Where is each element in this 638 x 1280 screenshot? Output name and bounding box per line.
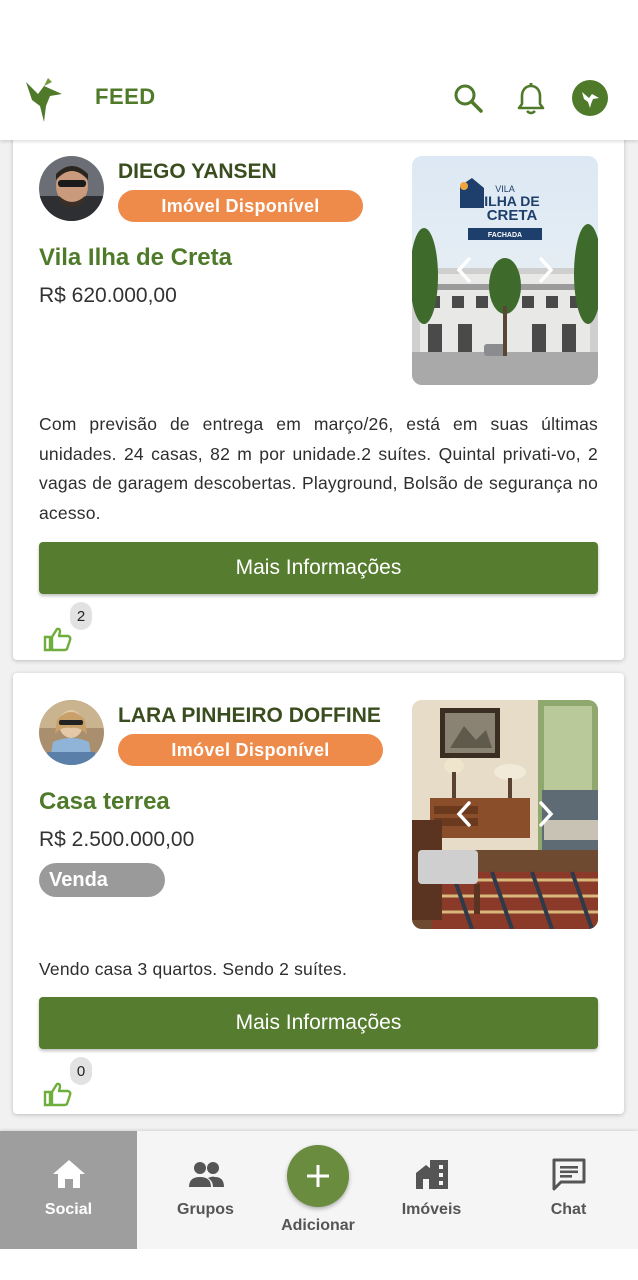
photo-caption-large-2: CRETA: [487, 207, 538, 224]
more-info-button[interactable]: Mais Informações: [39, 997, 598, 1049]
post-description: Com previsão de entrega em março/26, est…: [39, 414, 598, 523]
chevron-left-icon[interactable]: [454, 800, 474, 828]
chevron-left-icon[interactable]: [454, 256, 474, 284]
more-info-button[interactable]: Mais Informações: [39, 542, 598, 594]
system-nav-area: [0, 1249, 638, 1280]
property-photo-carousel[interactable]: [412, 700, 598, 929]
profile-avatar-icon[interactable]: [572, 80, 608, 116]
chat-icon: [552, 1158, 585, 1191]
buildings-icon: [415, 1160, 448, 1189]
feed-screen: FEED DIEGO YANSEN Imóvel Disponível Vila…: [0, 0, 638, 1280]
status-bar: [0, 0, 638, 60]
page-title: FEED: [95, 84, 156, 109]
group-icon: [188, 1162, 224, 1187]
deal-type-pill: Venda: [39, 863, 165, 897]
post-card: LARA PINHEIRO DOFFINE Imóvel Disponível …: [13, 673, 624, 1114]
hummingbird-logo-icon[interactable]: [22, 72, 66, 124]
thumbs-up-icon[interactable]: [43, 626, 73, 652]
add-button[interactable]: [287, 1145, 349, 1207]
property-title[interactable]: Vila Ilha de Creta: [39, 244, 232, 272]
post-description: Vendo casa 3 quartos. Sendo 2 suítes.: [39, 959, 348, 979]
nav-social-label: Social: [44, 1201, 93, 1218]
nav-imoveis-label: Imóveis: [401, 1201, 462, 1218]
app-header: FEED: [0, 60, 638, 140]
property-photo-carousel[interactable]: VILA ILHA DE CRETA FACHADA: [412, 156, 598, 385]
chevron-right-icon[interactable]: [536, 800, 556, 828]
home-icon: [52, 1160, 85, 1188]
search-icon[interactable]: [452, 82, 484, 114]
thumbs-up-icon[interactable]: [43, 1081, 73, 1107]
chevron-right-icon[interactable]: [536, 256, 556, 284]
availability-badge: Imóvel Disponível: [118, 734, 383, 766]
availability-badge: Imóvel Disponível: [118, 190, 363, 222]
nav-social[interactable]: Social: [0, 1131, 137, 1249]
plus-icon: [307, 1165, 329, 1187]
property-price: R$ 2.500.000,00: [39, 828, 195, 851]
author-name[interactable]: LARA PINHEIRO DOFFINE: [118, 704, 381, 728]
property-title[interactable]: Casa terrea: [39, 788, 170, 816]
nav-imoveis[interactable]: Imóveis: [363, 1131, 500, 1249]
bell-icon[interactable]: [515, 82, 547, 116]
photo-tag: FACHADA: [488, 232, 522, 239]
nav-chat-label: Chat: [550, 1201, 587, 1218]
post-card: DIEGO YANSEN Imóvel Disponível Vila Ilha…: [13, 128, 624, 660]
like-count: 0: [70, 1057, 92, 1085]
nav-chat[interactable]: Chat: [500, 1131, 637, 1249]
bottom-navigation: Social Grupos Adicionar Imóveis Chat: [0, 1131, 638, 1249]
author-name[interactable]: DIEGO YANSEN: [118, 160, 277, 184]
author-avatar[interactable]: [39, 700, 104, 765]
author-avatar[interactable]: [39, 156, 104, 221]
like-count: 2: [70, 602, 92, 630]
property-price: R$ 620.000,00: [39, 284, 177, 307]
